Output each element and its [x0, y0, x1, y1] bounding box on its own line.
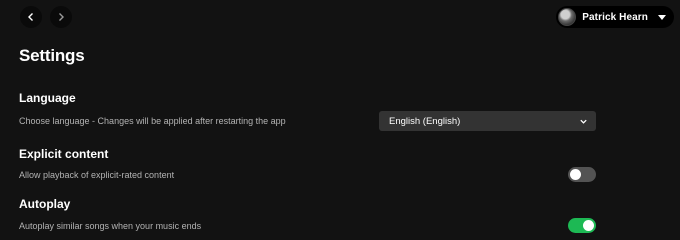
language-select-value: English (English) [389, 115, 461, 127]
language-section-title: Language [19, 91, 76, 105]
chevron-right-icon [59, 13, 64, 21]
forward-button[interactable] [50, 6, 72, 28]
explicit-content-toggle[interactable] [568, 167, 596, 182]
back-button[interactable] [20, 6, 42, 28]
chevron-left-icon [28, 13, 33, 21]
explicit-section-title: Explicit content [19, 147, 109, 161]
toggle-knob [570, 169, 581, 180]
user-name: Patrick Hearn [582, 11, 648, 23]
language-description: Choose language - Changes will be applie… [19, 116, 286, 126]
caret-down-icon [658, 14, 666, 20]
avatar [558, 8, 577, 26]
toggle-knob [583, 220, 594, 231]
autoplay-description: Autoplay similar songs when your music e… [19, 221, 202, 231]
explicit-description: Allow playback of explicit-rated content [19, 170, 175, 180]
page-title: Settings [19, 46, 85, 65]
autoplay-section-title: Autoplay [19, 197, 71, 211]
autoplay-toggle[interactable] [568, 218, 596, 233]
language-select[interactable]: English (English) [379, 111, 596, 131]
chevron-down-icon [580, 119, 587, 124]
user-menu-button[interactable]: Patrick Hearn [556, 6, 674, 28]
